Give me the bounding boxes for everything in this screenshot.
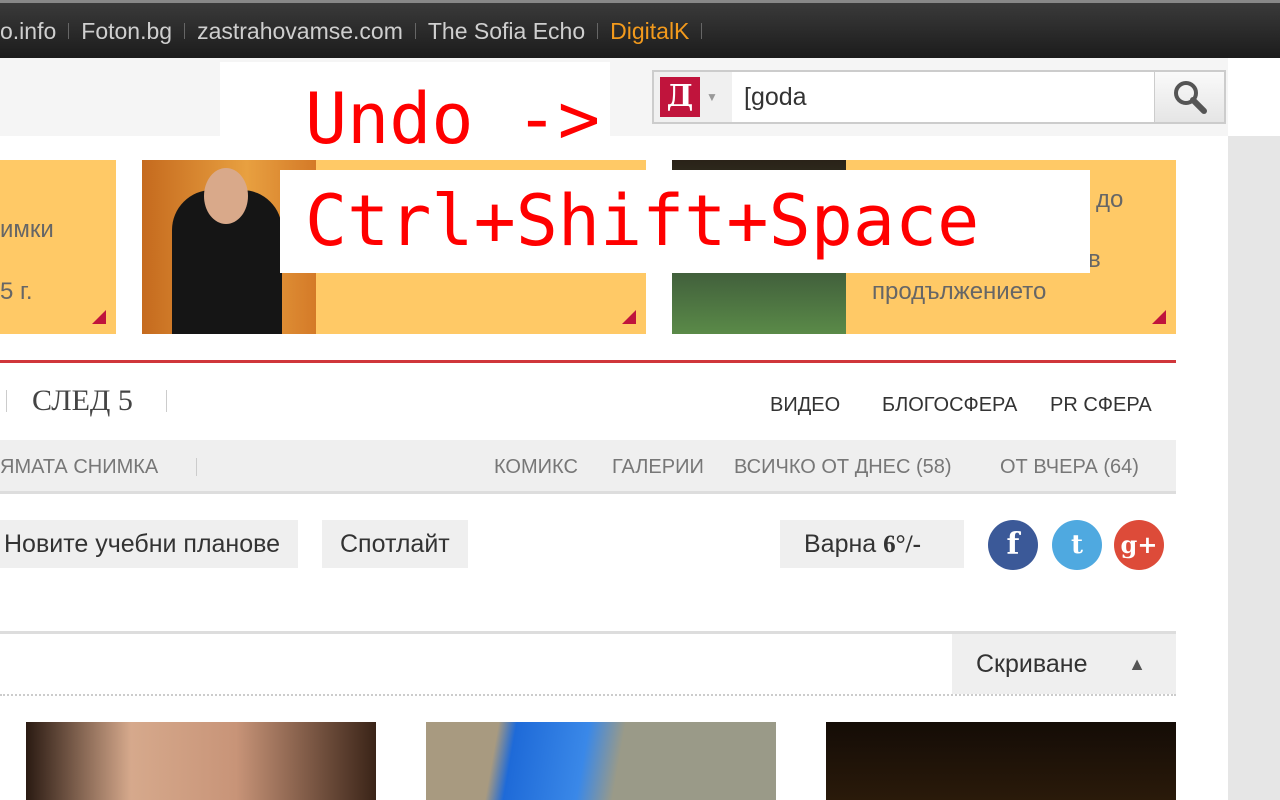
- link-info[interactable]: o.info: [0, 19, 70, 42]
- search-source-dropdown[interactable]: Д ▼: [654, 72, 732, 122]
- sub-nav: ЯМАТА СНИМКА КОМИКС ГАЛЕРИИ ВСИЧКО ОТ ДН…: [0, 440, 1176, 494]
- section-nav: СЛЕД 5 ВИДЕО БЛОГОСФЕРА PR СФЕРА: [0, 380, 1176, 428]
- nav-video[interactable]: ВИДЕО: [770, 394, 840, 417]
- hide-label: Скриване: [976, 650, 1088, 678]
- link-foton[interactable]: Foton.bg: [69, 19, 186, 42]
- triangle-up-icon: ▲: [1128, 654, 1146, 674]
- tag-uchebni-planove[interactable]: Новите учебни планове: [0, 520, 299, 568]
- news-card[interactable]: имки 5 г.: [0, 160, 116, 334]
- card-text: 5 г.: [0, 278, 33, 305]
- nav-snimka[interactable]: ЯМАТА СНИМКА: [0, 456, 158, 479]
- search-input[interactable]: [732, 72, 1154, 122]
- link-zastrahovamse[interactable]: zastrahovamse.com: [185, 19, 416, 42]
- corner-marker: [622, 310, 636, 324]
- card-text: продължението: [872, 278, 1047, 305]
- gallery-thumbnail[interactable]: [826, 722, 1176, 800]
- nav-pr-sfera[interactable]: PR СФЕРА: [1050, 394, 1152, 417]
- google-plus-icon[interactable]: g+: [1114, 520, 1164, 570]
- overlay-shortcut-label: Ctrl+Shift+Space: [280, 170, 1090, 273]
- nav-komiks[interactable]: КОМИКС: [494, 456, 578, 479]
- card-text: имки: [0, 216, 54, 243]
- link-digitalk[interactable]: DigitalK: [598, 19, 703, 42]
- weather-temp: 6°/-: [883, 531, 921, 558]
- twitter-icon[interactable]: t: [1052, 520, 1102, 570]
- bookmarks-bar: o.info Foton.bg zastrahovamse.com The So…: [0, 0, 1280, 58]
- corner-marker: [1152, 310, 1166, 324]
- search-box: Д ▼: [652, 70, 1226, 124]
- divider: [0, 360, 1176, 363]
- chevron-down-icon: ▼: [706, 90, 718, 104]
- search-button[interactable]: [1154, 72, 1224, 122]
- page-margin: [1228, 136, 1280, 800]
- card-text: до: [1096, 186, 1124, 213]
- weather-city: Варна: [804, 530, 877, 558]
- gallery-thumbnail[interactable]: [426, 722, 776, 800]
- nav-galerii[interactable]: ГАЛЕРИИ: [612, 456, 704, 479]
- divider: [0, 694, 1176, 696]
- search-icon: [1173, 81, 1207, 114]
- gallery-thumbnail[interactable]: [26, 722, 376, 800]
- dnevnik-logo: Д: [660, 77, 700, 117]
- link-sofia-echo[interactable]: The Sofia Echo: [416, 19, 599, 42]
- facebook-icon[interactable]: f: [988, 520, 1038, 570]
- corner-marker: [92, 310, 106, 324]
- hide-button[interactable]: Скриване ▲: [952, 634, 1176, 694]
- overlay-undo-label: Undo ->: [305, 78, 601, 160]
- nav-vsichko-ot-dnes[interactable]: ВСИЧКО ОТ ДНЕС (58): [734, 456, 952, 479]
- nav-ot-vchera[interactable]: ОТ ВЧЕРА (64): [1000, 456, 1139, 479]
- tag-spotlight[interactable]: Спотлайт: [322, 520, 468, 568]
- nav-blogosfera[interactable]: БЛОГОСФЕРА: [882, 394, 1017, 417]
- nav-sled-5[interactable]: СЛЕД 5: [32, 384, 133, 418]
- weather-widget[interactable]: Варна 6°/-: [780, 520, 964, 568]
